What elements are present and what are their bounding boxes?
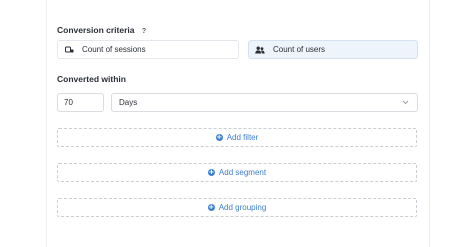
sessions-icon [64,45,74,55]
unit-select-value: Days [119,98,138,107]
plus-circle-icon: + [215,133,223,141]
plus-circle-icon: + [207,168,215,176]
help-icon[interactable]: ? [142,28,146,35]
conversion-criteria-title: Conversion criteria ? [57,25,147,35]
add-segment-button[interactable]: + Add segment [57,163,417,182]
users-icon [255,45,265,55]
converted-within-unit-select[interactable]: Days [111,93,418,112]
count-of-users-option[interactable]: Count of users [248,40,418,59]
add-filter-button[interactable]: + Add filter [57,128,417,147]
plus-circle-icon: + [207,203,215,211]
add-grouping-label: Add grouping [218,203,267,212]
add-grouping-button[interactable]: + Add grouping [57,198,417,217]
chevron-down-icon [402,98,409,107]
add-filter-label: Add filter [226,133,259,142]
add-segment-label: Add segment [218,168,267,177]
count-of-users-label: Count of users [273,45,326,54]
converted-within-value-input[interactable]: 70 [57,93,104,112]
converted-within-title: Converted within [57,74,126,84]
count-of-sessions-label: Count of sessions [82,45,146,54]
count-of-sessions-option[interactable]: Count of sessions [57,40,239,59]
